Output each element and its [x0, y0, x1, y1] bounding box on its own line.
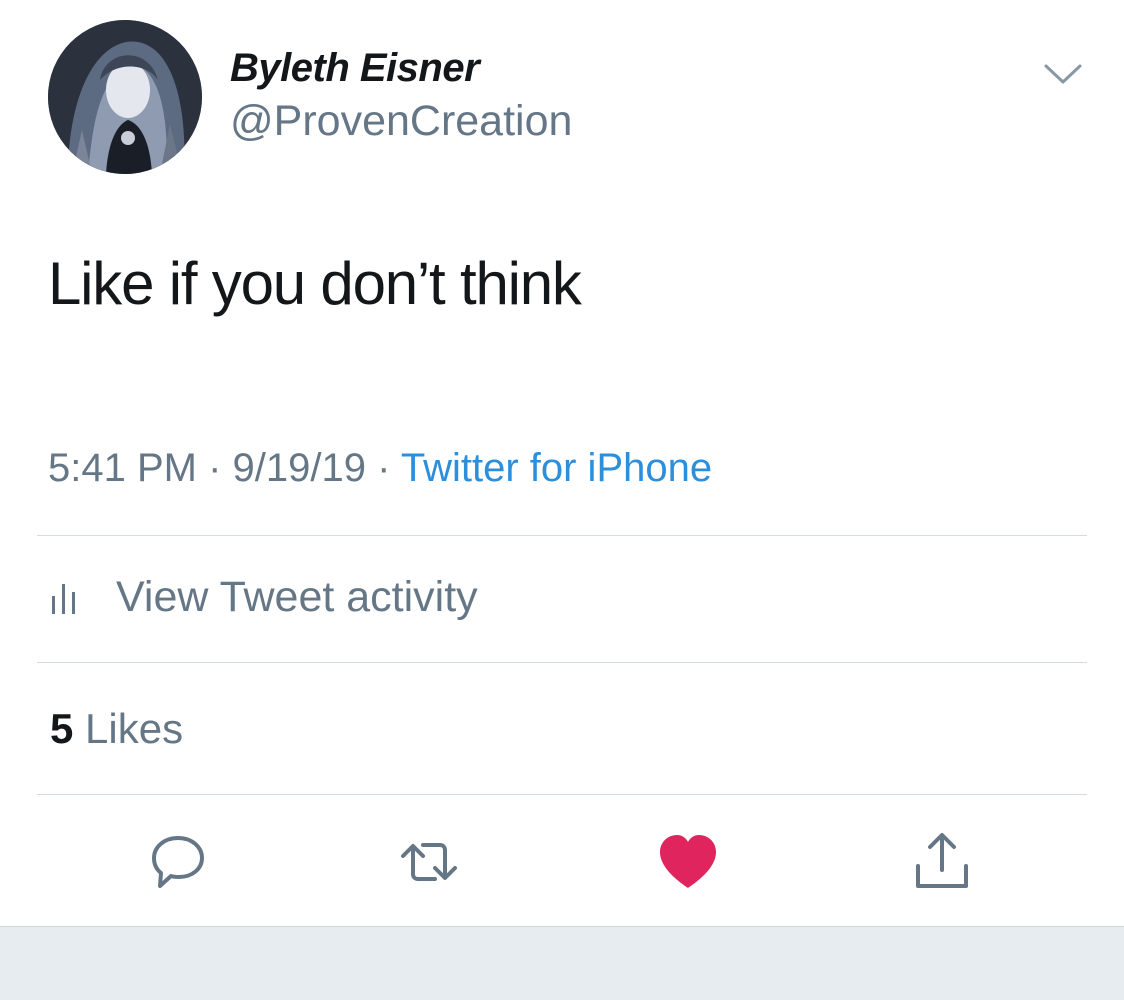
- share-icon[interactable]: [910, 830, 974, 894]
- avatar[interactable]: [48, 20, 202, 174]
- bar-chart-icon: [52, 584, 75, 614]
- heart-icon[interactable]: [656, 830, 720, 894]
- likes-count-link[interactable]: 5 Likes: [50, 704, 183, 754]
- display-name[interactable]: Byleth Eisner: [230, 44, 480, 92]
- meta-separator: ·: [377, 446, 391, 490]
- tweet-metadata: 5:41 PM · 9/19/19 · Twitter for iPhone: [48, 444, 712, 492]
- profile-avatar-image: [48, 20, 202, 174]
- tweet-source-link[interactable]: Twitter for iPhone: [401, 446, 712, 490]
- retweet-icon[interactable]: [397, 830, 461, 894]
- reply-icon[interactable]: [146, 830, 210, 894]
- user-handle[interactable]: @ProvenCreation: [230, 96, 572, 146]
- likes-label: Likes: [85, 705, 184, 752]
- footer-background: [0, 926, 1124, 1000]
- divider: [37, 662, 1087, 663]
- tweet-time[interactable]: 5:41 PM: [48, 446, 197, 490]
- likes-count: 5: [50, 705, 74, 752]
- view-tweet-activity-label: View Tweet activity: [116, 573, 478, 621]
- divider: [37, 535, 1087, 536]
- divider: [37, 794, 1087, 795]
- chevron-down-icon[interactable]: [1038, 54, 1088, 94]
- view-tweet-activity-button[interactable]: View Tweet activity: [50, 572, 478, 622]
- tweet-detail-view: Byleth Eisner @ProvenCreation Like if yo…: [0, 0, 1124, 1000]
- tweet-text: Like if you don’t think: [48, 250, 582, 317]
- tweet-date[interactable]: 9/19/19: [233, 446, 366, 490]
- meta-separator: ·: [208, 446, 222, 490]
